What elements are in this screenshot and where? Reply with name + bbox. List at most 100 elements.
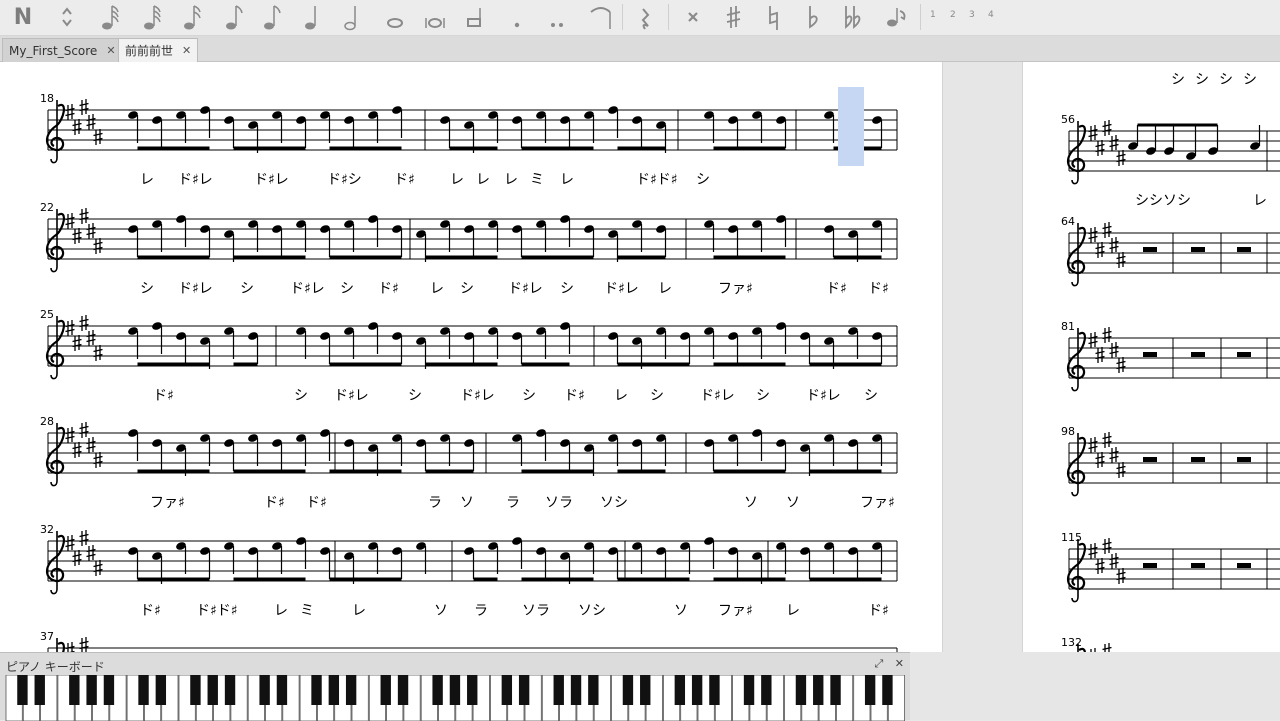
lyric-syllable[interactable]: シ	[408, 388, 422, 404]
lyric-syllable[interactable]: シ	[560, 281, 574, 297]
piano-black-key[interactable]	[795, 675, 807, 705]
lyric-syllable[interactable]: ミ	[300, 603, 314, 619]
lyric-syllable[interactable]: ド♯レ	[700, 388, 735, 404]
piano-black-key[interactable]	[467, 675, 478, 705]
lyric-syllable[interactable]: ド♯	[868, 281, 889, 297]
lyric-syllable[interactable]: ソシ	[600, 495, 628, 511]
piano-black-key[interactable]	[86, 675, 97, 705]
lyric-syllable[interactable]: レ	[352, 603, 366, 619]
piano-black-key[interactable]	[622, 675, 634, 705]
lyric-syllable[interactable]: ド♯	[868, 603, 889, 619]
lyric-syllable[interactable]: ファ♯	[718, 281, 753, 297]
piano-black-key[interactable]	[328, 675, 340, 705]
multi-measure-rest[interactable]	[1191, 247, 1205, 252]
close-icon[interactable]: ✕	[106, 44, 115, 57]
lyric-syllable[interactable]: レ	[274, 603, 288, 619]
multi-measure-rest[interactable]	[1237, 563, 1251, 568]
lyric-syllable[interactable]: ド♯ド♯	[196, 603, 238, 619]
voice-3-button[interactable]: 3	[969, 10, 975, 20]
piano-black-key[interactable]	[138, 675, 149, 705]
selected-rest-highlight[interactable]	[838, 87, 864, 166]
close-icon[interactable]: ✕	[895, 657, 904, 670]
lyric-syllable[interactable]: ド♯ド♯	[636, 172, 678, 188]
staff-system[interactable]: 115	[1061, 531, 1280, 603]
piano-black-key[interactable]	[882, 675, 893, 705]
staff-system[interactable]: 56 シシソシ レ	[1061, 113, 1280, 209]
lyric-syllable[interactable]: シ	[460, 281, 474, 297]
lyric-syllable[interactable]: シ	[696, 172, 710, 188]
lyric-syllable[interactable]: シ	[650, 388, 664, 404]
lyric-syllable[interactable]: ソ	[674, 603, 688, 619]
piano-black-key[interactable]	[207, 675, 218, 705]
piano-black-key[interactable]	[864, 675, 876, 705]
lyric-syllable[interactable]: シ	[522, 388, 536, 404]
input-mode-dropdown-icon[interactable]	[52, 2, 82, 32]
lyric-syllable[interactable]: シ	[1195, 72, 1209, 88]
lyric-syllable[interactable]: レ	[476, 172, 490, 188]
piano-black-key[interactable]	[674, 675, 686, 705]
staff-system[interactable]: 25ド♯ シド♯レシド♯レシド♯ レシド♯レシド♯レシ	[40, 308, 898, 404]
staff-system[interactable]: 18レ ド♯レ ド♯レ ド♯シ ド♯ レレレミレド♯ド♯ シ	[40, 92, 898, 188]
piano-black-key[interactable]	[34, 675, 45, 705]
lyric-syllable[interactable]: ソラ	[545, 495, 573, 511]
lyric-syllable[interactable]: シシソシ	[1135, 193, 1191, 209]
piano-black-key[interactable]	[345, 675, 357, 705]
lyric-syllable[interactable]: レ	[560, 172, 574, 188]
lyric-syllable[interactable]: ド♯	[826, 281, 847, 297]
lyric-syllable[interactable]: シ	[1171, 72, 1185, 88]
piano-black-key[interactable]	[17, 675, 28, 705]
lyric-syllable[interactable]: ソラ	[522, 603, 550, 619]
piano-black-key[interactable]	[276, 675, 288, 705]
multi-measure-rest[interactable]	[1237, 457, 1251, 462]
piano-black-key[interactable]	[397, 675, 409, 705]
sharp-icon[interactable]	[718, 2, 748, 32]
multi-measure-rest[interactable]	[1191, 352, 1205, 357]
lyric-syllable[interactable]: ソ	[786, 495, 800, 511]
lyric-syllable[interactable]: レ	[658, 281, 672, 297]
undock-icon[interactable]: ⤢	[874, 657, 883, 670]
lyric-syllable[interactable]: ド♯レ	[290, 281, 325, 297]
lyric-syllable[interactable]: シ	[140, 281, 154, 297]
voice-4-button[interactable]: 4	[988, 10, 994, 20]
lyric-syllable[interactable]: ソ	[744, 495, 758, 511]
duration-16th-icon[interactable]	[178, 2, 208, 32]
multi-measure-rest[interactable]	[1237, 247, 1251, 252]
double-flat-icon[interactable]	[838, 2, 868, 32]
duration-half-icon[interactable]	[338, 2, 368, 32]
multi-measure-rest[interactable]	[1143, 247, 1157, 252]
piano-black-key[interactable]	[449, 675, 461, 705]
staff-system[interactable]: 98	[1061, 425, 1280, 497]
piano-black-key[interactable]	[588, 675, 599, 705]
lyric-syllable[interactable]: シ	[864, 388, 878, 404]
flat-icon[interactable]	[798, 2, 828, 32]
lyric-syllable[interactable]: ド♯	[378, 281, 399, 297]
duration-eighth-icon[interactable]	[220, 2, 250, 32]
piano-black-key[interactable]	[432, 675, 443, 705]
staff-system[interactable]: 64	[1061, 215, 1280, 287]
flip-direction-icon[interactable]	[882, 2, 912, 32]
lyric-syllable[interactable]: レ	[504, 172, 518, 188]
piano-black-key[interactable]	[709, 675, 720, 705]
piano-black-key[interactable]	[103, 675, 115, 705]
staff-system[interactable]: 22シ ド♯レシド♯レシド♯ レシド♯レシド♯レレファ♯ ド♯ ド♯	[40, 201, 898, 297]
piano-black-key[interactable]	[224, 675, 236, 705]
natural-icon[interactable]	[758, 2, 788, 32]
lyric-syllable[interactable]: シ	[756, 388, 770, 404]
lyric-syllable[interactable]: ド♯	[306, 495, 327, 511]
piano-black-key[interactable]	[190, 675, 201, 705]
piano-black-key[interactable]	[380, 675, 391, 705]
score-canvas[interactable]: 18レ ド♯レ ド♯レ ド♯シ ド♯ レレレミレド♯ド♯ シ22シ ド♯レシド♯レシド♯ レシド…	[0, 62, 942, 652]
lyric-syllable[interactable]: ド♯	[264, 495, 285, 511]
duration-eighth-alt-icon[interactable]	[258, 2, 288, 32]
piano-black-key[interactable]	[570, 675, 582, 705]
piano-black-key[interactable]	[155, 675, 167, 705]
lyric-syllable[interactable]: レ	[140, 172, 154, 188]
lyric-syllable[interactable]: ド♯レ	[806, 388, 841, 404]
piano-black-key[interactable]	[743, 675, 755, 705]
augmentation-dot-icon[interactable]	[502, 2, 532, 32]
tab-zenzenzense[interactable]: 前前前世 ✕	[118, 38, 199, 62]
lyric-syllable[interactable]: ド♯レ	[460, 388, 495, 404]
tab-my-first-score[interactable]: My_First_Score ✕	[2, 38, 123, 62]
lyric-syllable[interactable]: ド♯レ	[508, 281, 543, 297]
lyric-syllable[interactable]: ファ♯	[150, 495, 185, 511]
